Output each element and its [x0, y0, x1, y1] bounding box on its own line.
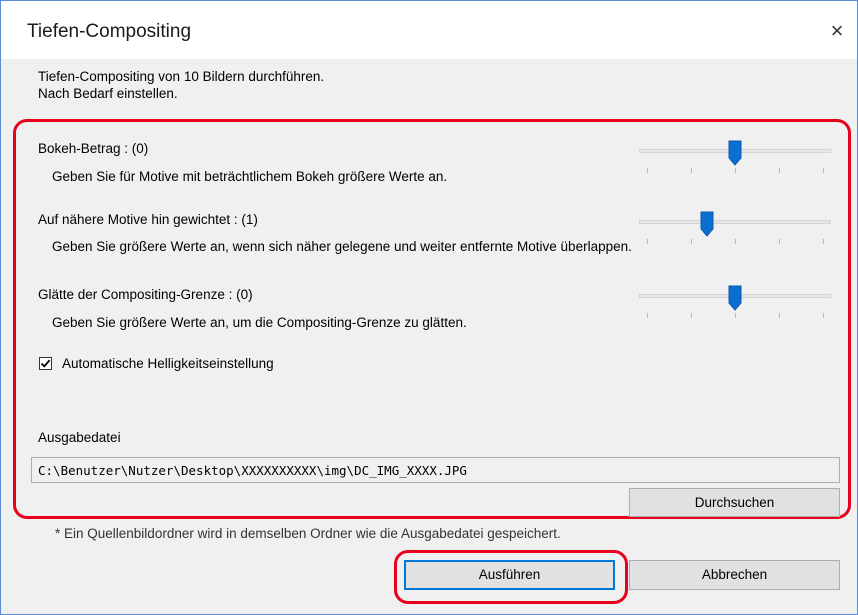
intro-line-1: Tiefen-Compositing von 10 Bildern durchf…: [38, 69, 325, 84]
near-subjects-weight-label: Auf nähere Motive hin gewichtet : (1): [38, 212, 258, 227]
slider-tick: [691, 313, 692, 318]
title-bar: Tiefen-Compositing ×: [1, 1, 857, 59]
source-folder-note: * Ein Quellenbildordner wird in demselbe…: [55, 526, 561, 541]
slider-ticks: [639, 313, 831, 319]
slider-tick: [735, 168, 736, 173]
output-path-value: C:\Benutzer\Nutzer\Desktop\XXXXXXXXXX\im…: [38, 463, 467, 478]
slider-tick: [691, 239, 692, 244]
run-button-highlight-ring: [394, 550, 628, 604]
slider-tick: [647, 239, 648, 244]
bokeh-amount-label: Bokeh-Betrag : (0): [38, 141, 149, 156]
slider-tick: [779, 313, 780, 318]
slider-thumb[interactable]: [700, 211, 714, 237]
slider-tick: [823, 168, 824, 173]
slider-tick: [779, 168, 780, 173]
boundary-smoothness-description: Geben Sie größere Werte an, um die Compo…: [52, 315, 467, 330]
slider-tick: [779, 239, 780, 244]
bokeh-amount-slider[interactable]: [639, 140, 831, 174]
slider-track: [639, 220, 831, 224]
slider-tick: [691, 168, 692, 173]
depth-compositing-dialog: Tiefen-Compositing × Tiefen-Compositing …: [0, 0, 858, 615]
slider-tick: [647, 313, 648, 318]
close-icon[interactable]: ×: [823, 17, 851, 45]
slider-tick: [735, 239, 736, 244]
cancel-button[interactable]: Abbrechen: [629, 560, 840, 590]
browse-button[interactable]: Durchsuchen: [629, 488, 840, 517]
intro-line-2: Nach Bedarf einstellen.: [38, 86, 178, 101]
slider-ticks: [639, 239, 831, 245]
boundary-smoothness-slider[interactable]: [639, 285, 831, 319]
slider-tick: [647, 168, 648, 173]
output-path-field[interactable]: C:\Benutzer\Nutzer\Desktop\XXXXXXXXXX\im…: [31, 457, 840, 483]
boundary-smoothness-label: Glätte der Compositing-Grenze : (0): [38, 287, 253, 302]
near-subjects-weight-description: Geben Sie größere Werte an, wenn sich nä…: [52, 239, 632, 254]
slider-tick: [823, 313, 824, 318]
auto-brightness-label[interactable]: Automatische Helligkeitseinstellung: [62, 356, 274, 371]
near-subjects-weight-slider[interactable]: [639, 211, 831, 245]
slider-thumb[interactable]: [728, 285, 742, 311]
output-file-label: Ausgabedatei: [38, 430, 121, 445]
checkmark-icon: [40, 359, 51, 368]
slider-ticks: [639, 168, 831, 174]
slider-thumb[interactable]: [728, 140, 742, 166]
slider-tick: [823, 239, 824, 244]
slider-tick: [735, 313, 736, 318]
bokeh-amount-description: Geben Sie für Motive mit beträchtlichem …: [52, 169, 448, 184]
auto-brightness-checkbox[interactable]: [39, 357, 52, 370]
dialog-title: Tiefen-Compositing: [27, 21, 192, 42]
